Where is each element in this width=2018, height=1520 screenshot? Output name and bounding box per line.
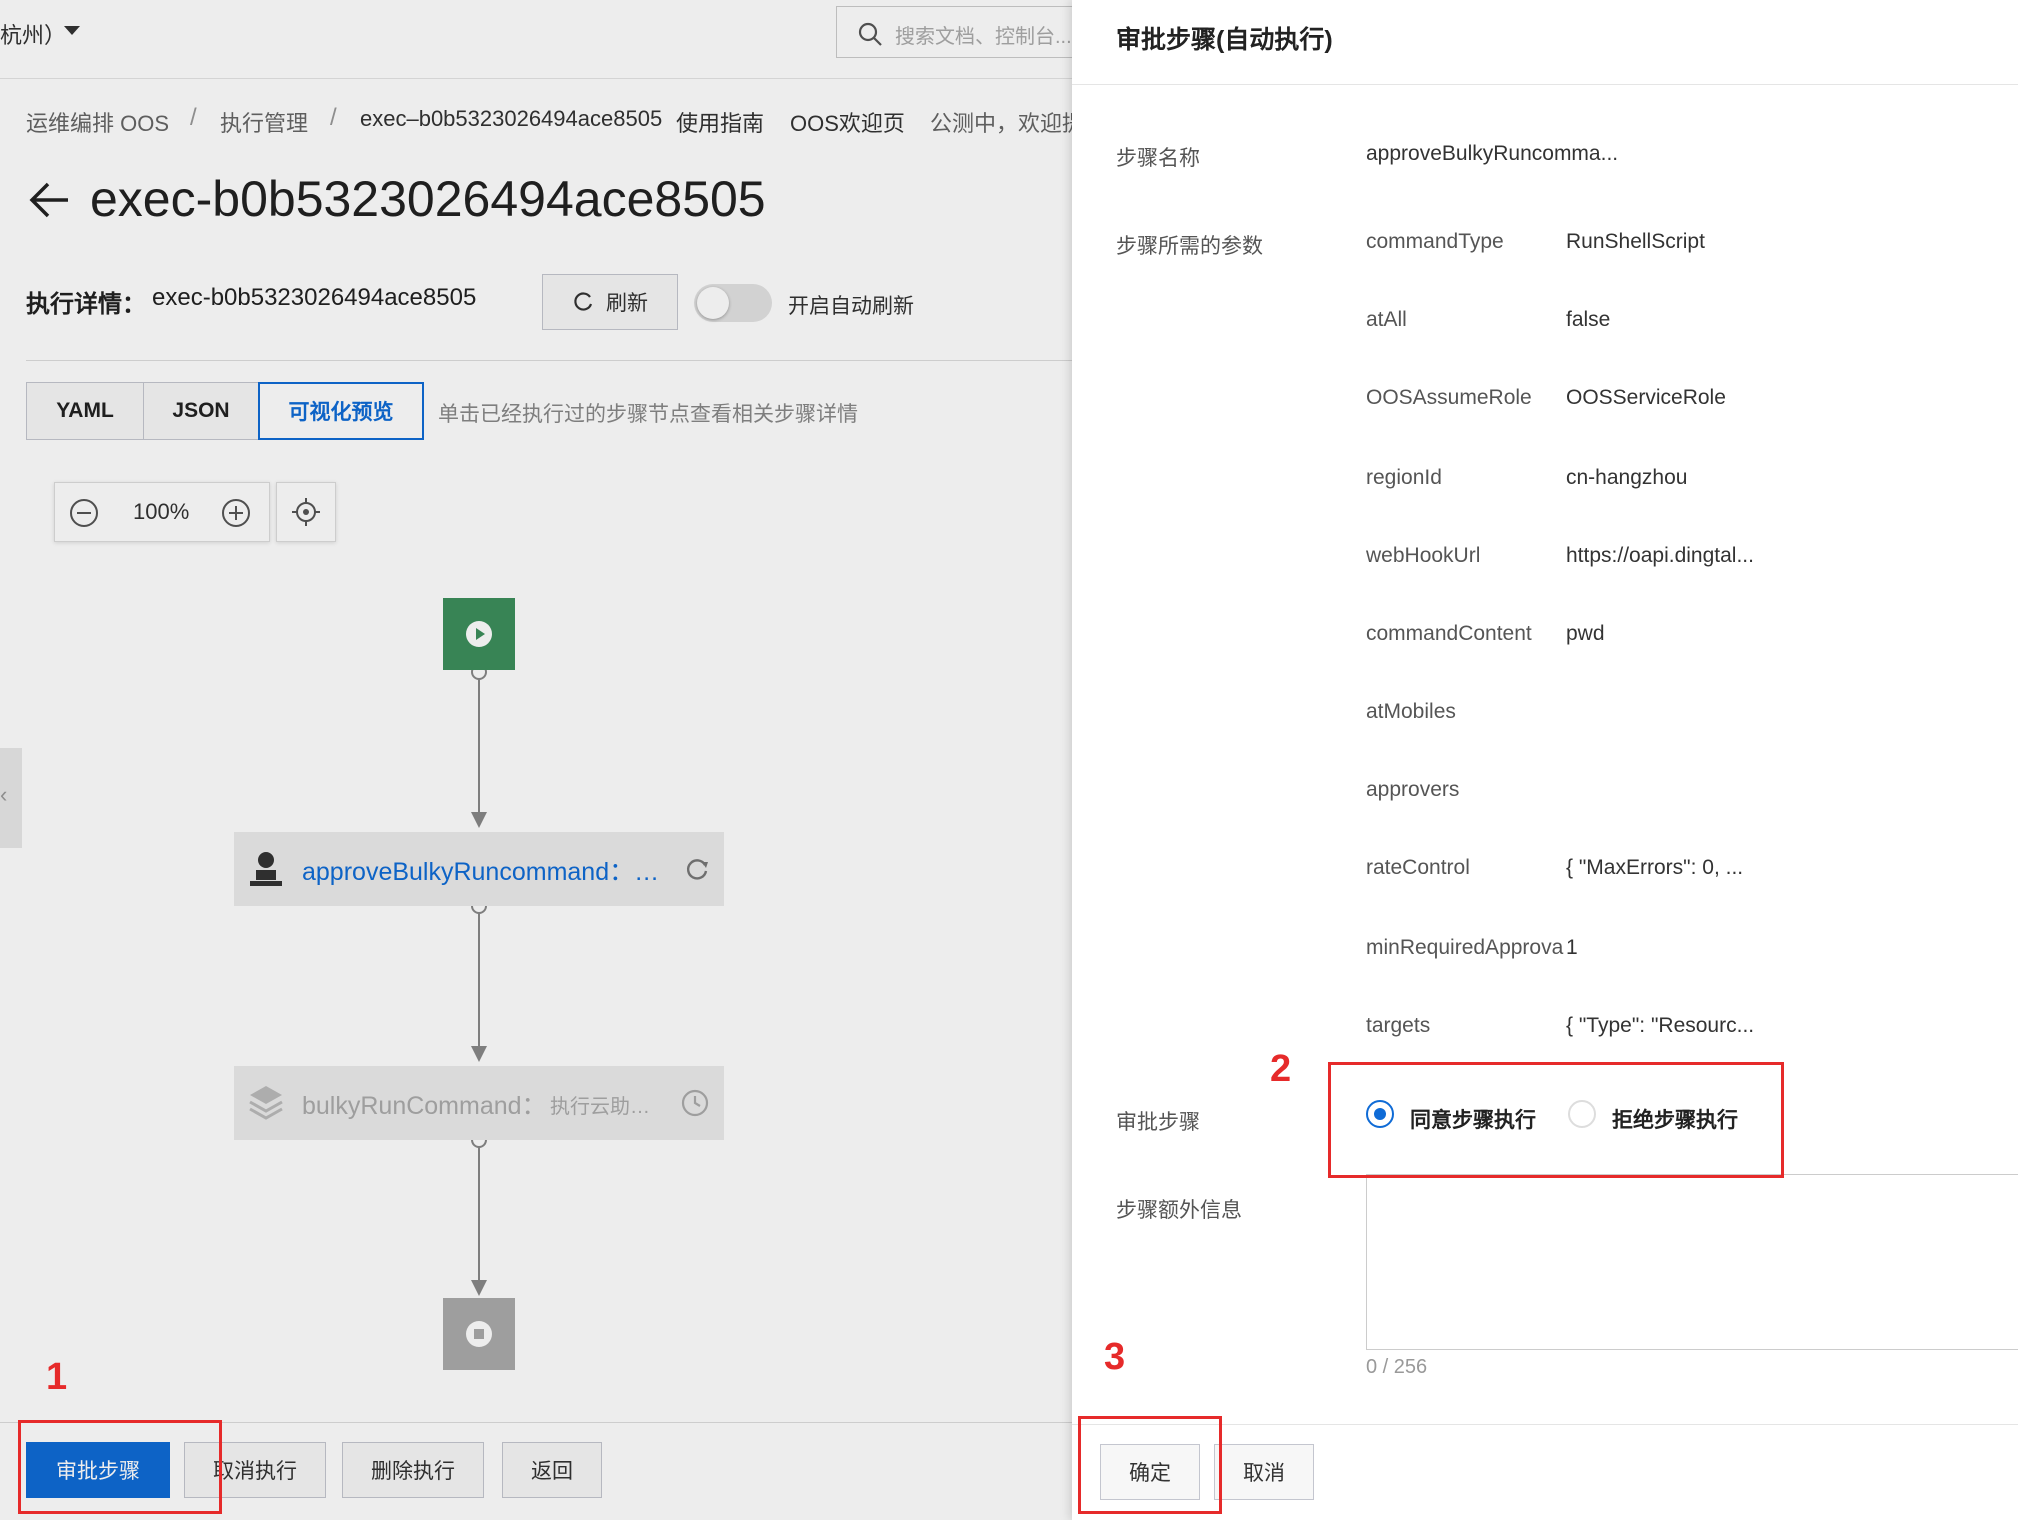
bulky-run-command-node[interactable]: bulkyRunCommand： 执行云助… bbox=[234, 1066, 724, 1140]
breadcrumb-current: exec–b0b5323026494ace8505 bbox=[360, 106, 663, 131]
param-name: commandContent bbox=[1366, 622, 1532, 645]
refresh-label: 刷新 bbox=[606, 292, 648, 315]
tab-json-label: JSON bbox=[172, 399, 230, 422]
param-name: regionId bbox=[1366, 466, 1442, 489]
breadcrumb-exec-management[interactable]: 执行管理 bbox=[220, 106, 308, 138]
param-name: OOSAssumeRole bbox=[1366, 386, 1532, 409]
cancel-label: 取消 bbox=[1243, 1462, 1285, 1485]
region-selector[interactable]: 杭州） bbox=[0, 18, 66, 50]
step-name-label: 步骤名称 bbox=[1116, 147, 1200, 170]
locate-button[interactable] bbox=[276, 482, 336, 542]
link-welcome[interactable]: OOS欢迎页 bbox=[790, 106, 905, 138]
annotation-number-2: 2 bbox=[1270, 1048, 1292, 1090]
tab-yaml-label: YAML bbox=[56, 399, 114, 422]
param-name: atAll bbox=[1366, 308, 1407, 331]
layers-icon bbox=[249, 1086, 283, 1120]
play-icon bbox=[466, 621, 492, 647]
divider bbox=[26, 360, 1072, 361]
start-node[interactable] bbox=[443, 598, 515, 670]
auto-refresh-toggle[interactable] bbox=[694, 284, 772, 322]
toggle-knob bbox=[697, 287, 729, 319]
extra-info-label: 步骤额外信息 bbox=[1116, 1199, 1242, 1222]
tab-json[interactable]: JSON bbox=[143, 382, 259, 440]
detail-id: exec-b0b5323026494ace8505 bbox=[152, 284, 477, 311]
delete-execution-label: 删除执行 bbox=[371, 1460, 455, 1483]
annotation-box-3 bbox=[1078, 1416, 1222, 1514]
link-guide[interactable]: 使用指南 bbox=[676, 106, 764, 138]
step-name-value: approveBulkyRuncomma... bbox=[1366, 142, 1619, 165]
param-name: commandType bbox=[1366, 230, 1504, 253]
param-value: pwd bbox=[1566, 622, 1605, 645]
param-value: { "MaxErrors": 0, ... bbox=[1566, 856, 1744, 879]
search-placeholder: 搜索文档、控制台... bbox=[895, 26, 1072, 48]
flow-connectors bbox=[471, 664, 487, 1296]
divider bbox=[1072, 84, 2018, 85]
chevron-down-icon bbox=[64, 26, 80, 35]
zoom-level: 100% bbox=[133, 499, 190, 524]
extra-info-textarea[interactable] bbox=[1366, 1174, 2018, 1350]
annotation-box-2 bbox=[1328, 1062, 1784, 1178]
param-name: rateControl bbox=[1366, 856, 1470, 879]
search-icon bbox=[858, 22, 882, 46]
end-node[interactable] bbox=[443, 1298, 515, 1370]
delete-execution-button[interactable]: 删除执行 bbox=[342, 1442, 484, 1498]
param-value: RunShellScript bbox=[1566, 230, 1705, 253]
refresh-icon bbox=[574, 292, 593, 311]
param-name: webHookUrl bbox=[1366, 544, 1481, 567]
back-button[interactable]: 返回 bbox=[502, 1442, 602, 1498]
param-value: false bbox=[1566, 308, 1611, 331]
breadcrumb-oos[interactable]: 运维编排 OOS bbox=[26, 106, 169, 138]
bulky-node-name: bulkyRunCommand： bbox=[302, 1092, 547, 1120]
clock-icon bbox=[681, 1089, 709, 1117]
approve-step-drawer: 审批步骤(自动执行) 步骤名称 approveBulkyRuncomma... … bbox=[1072, 0, 2018, 1520]
approver-icon bbox=[250, 852, 282, 886]
detail-label: 执行详情： bbox=[26, 291, 146, 318]
tabs-hint: 单击已经执行过的步骤节点查看相关步骤详情 bbox=[438, 403, 858, 426]
top-bar: 杭州） 搜索文档、控制台... bbox=[0, 0, 1072, 78]
tab-yaml[interactable]: YAML bbox=[26, 382, 144, 440]
param-name: approvers bbox=[1366, 778, 1460, 801]
param-value: 1 bbox=[1566, 936, 1578, 959]
cancel-button[interactable]: 取消 bbox=[1214, 1444, 1314, 1500]
back-label: 返回 bbox=[531, 1460, 573, 1483]
refresh-button[interactable]: 刷新 bbox=[542, 274, 678, 330]
char-counter: 0 / 256 bbox=[1366, 1356, 1428, 1378]
execution-page: 杭州） 搜索文档、控制台... 运维编排 OOS / 执行管理 / exec–b… bbox=[0, 0, 1072, 1520]
annotation-number-1: 1 bbox=[46, 1356, 68, 1398]
running-icon bbox=[686, 859, 708, 880]
auto-refresh-label: 开启自动刷新 bbox=[788, 295, 914, 318]
crosshair-icon bbox=[292, 498, 320, 526]
tab-visual-label: 可视化预览 bbox=[288, 401, 394, 424]
approve-node[interactable]: approveBulkyRuncommand：… bbox=[234, 832, 724, 906]
param-value: https://oapi.dingtal... bbox=[1566, 544, 1754, 567]
param-value: cn-hangzhou bbox=[1566, 466, 1688, 489]
zoom-control: 100% bbox=[54, 482, 270, 542]
search-input[interactable]: 搜索文档、控制台... bbox=[836, 6, 1072, 58]
bulky-node-desc: 执行云助… bbox=[550, 1096, 650, 1118]
drawer-title: 审批步骤(自动执行) bbox=[1116, 26, 1333, 54]
annotation-box-1 bbox=[18, 1420, 222, 1514]
param-value: OOSServiceRole bbox=[1566, 386, 1726, 409]
divider bbox=[0, 78, 1072, 79]
breadcrumb-separator: / bbox=[190, 104, 197, 131]
zoom-out-icon[interactable] bbox=[69, 498, 99, 528]
zoom-in-icon[interactable] bbox=[221, 498, 251, 528]
approve-label: 审批步骤 bbox=[1116, 1111, 1200, 1134]
param-value: { "Type": "Resourc... bbox=[1566, 1014, 1755, 1037]
page-title: exec-b0b5323026494ace8505 bbox=[90, 171, 766, 227]
params-label: 步骤所需的参数 bbox=[1116, 235, 1263, 258]
param-name: atMobiles bbox=[1366, 700, 1456, 723]
stop-icon bbox=[466, 1321, 492, 1347]
link-beta[interactable]: 公测中，欢迎提 bbox=[930, 106, 1072, 138]
tab-visual-preview[interactable]: 可视化预览 bbox=[258, 382, 424, 440]
cancel-execution-label: 取消执行 bbox=[213, 1460, 297, 1483]
breadcrumb-separator: / bbox=[330, 104, 337, 131]
back-arrow-icon[interactable] bbox=[28, 178, 72, 222]
approve-node-label: approveBulkyRuncommand：… bbox=[302, 858, 660, 886]
param-name: minRequiredApprovals bbox=[1366, 936, 1564, 959]
param-name: targets bbox=[1366, 1014, 1431, 1037]
annotation-number-3: 3 bbox=[1104, 1336, 1126, 1378]
